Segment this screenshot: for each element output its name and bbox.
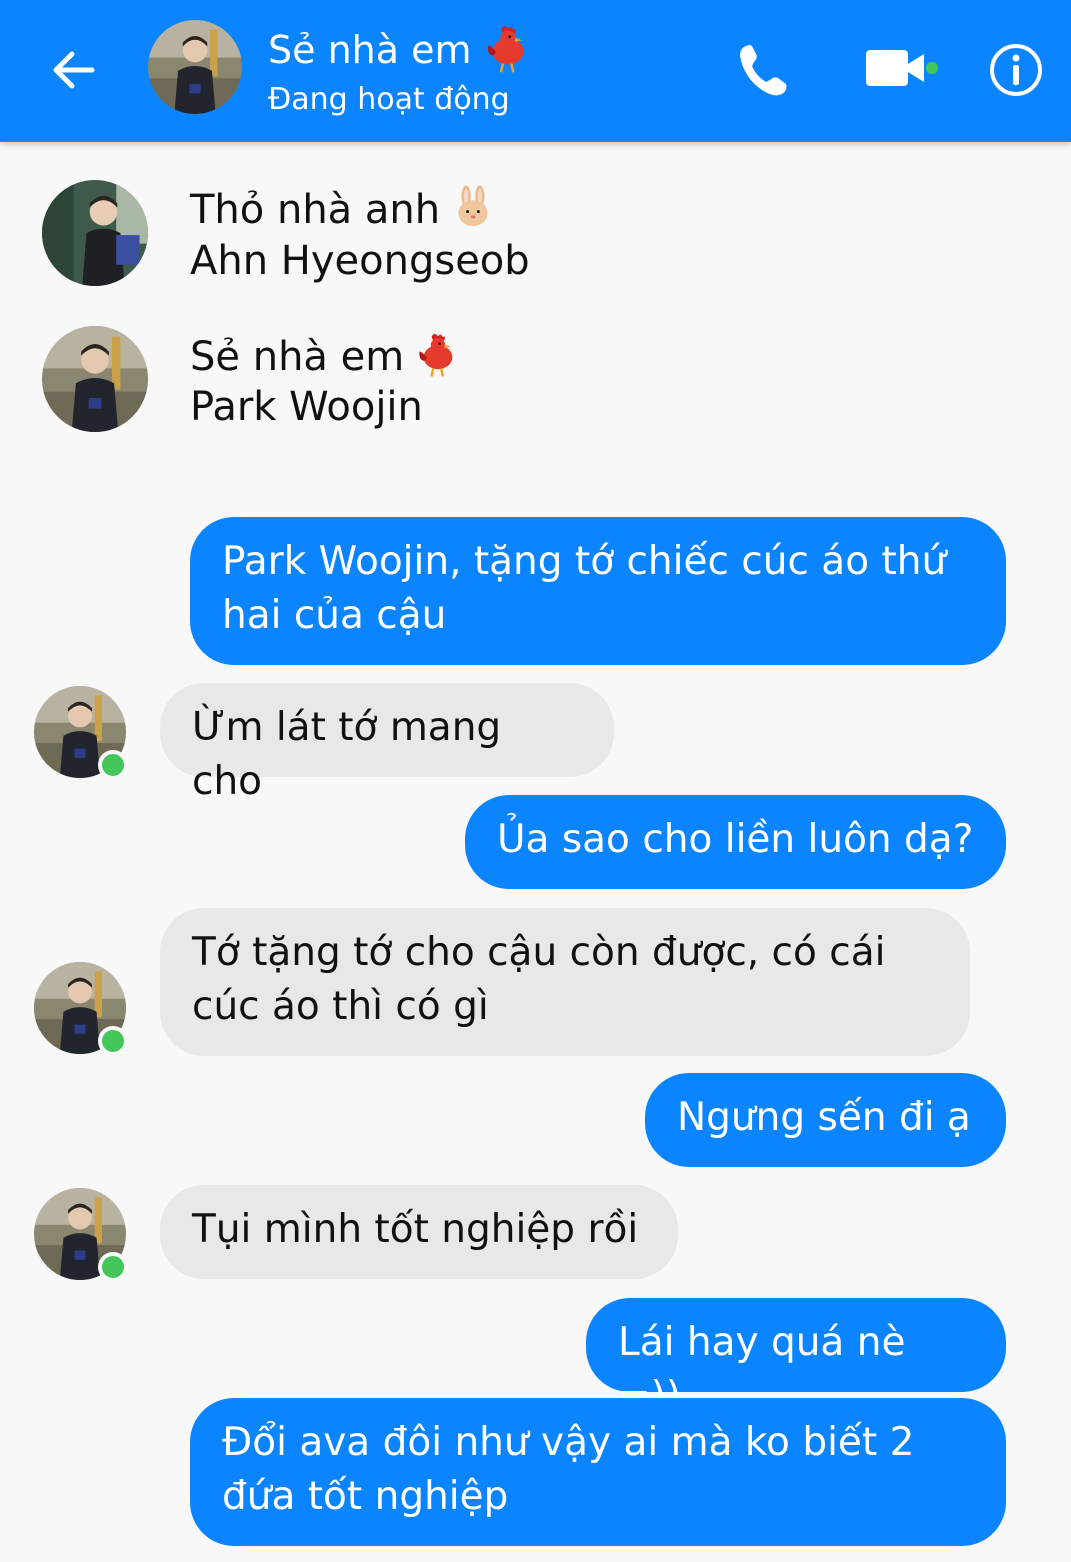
sender-avatar[interactable] [34,962,128,1056]
sender-avatar[interactable] [34,686,128,780]
phone-call-icon[interactable] [732,38,796,102]
rabbit-icon [450,184,496,240]
message-bubble-outgoing[interactable]: Lái hay quá nè =)) [586,1298,1006,1419]
message-bubble-outgoing[interactable]: Ngưng sến đi ạ [645,1073,1006,1167]
avatar [42,326,148,432]
chat-header: Sẻ nhà em Đang hoạt động [0,0,1071,142]
info-icon[interactable] [988,42,1044,98]
rooster-icon [414,330,462,388]
nickname-person: Park Woojin [190,384,423,430]
message-bubble-outgoing[interactable]: Đổi ava đôi như vậy ai mà ko biết 2 đứa … [190,1398,1006,1546]
nickname-title: Thỏ nhà anh [190,184,496,240]
rooster-icon [482,22,534,83]
avatar [42,180,148,286]
back-arrow-icon[interactable] [44,40,104,100]
sender-avatar[interactable] [34,1188,128,1282]
online-status-dot [98,1026,128,1056]
nickname-person: Ahn Hyeongseob [190,238,530,284]
nickname-row: Sẻ nhà em Park Woojin [40,326,740,436]
message-bubble-incoming[interactable]: Tớ tặng tớ cho cậu còn được, có cái cúc … [160,908,970,1056]
nickname-title: Sẻ nhà em [190,330,462,388]
online-status-dot [98,1252,128,1282]
message-bubble-incoming[interactable]: Ừm lát tớ mang cho [160,683,614,804]
message-bubble-outgoing[interactable]: Ủa sao cho liền luôn dạ? [465,795,1006,889]
message-bubble-outgoing[interactable]: Park Woojin, tặng tớ chiếc cúc áo thứ ha… [190,517,1006,665]
contact-name[interactable]: Sẻ nhà em [268,22,534,83]
message-bubble-incoming[interactable]: Tụi mình tốt nghiệp rồi [160,1185,678,1279]
online-status-dot [98,750,128,780]
contact-avatar[interactable] [148,20,242,114]
active-status: Đang hoạt động [268,82,510,117]
video-call-icon[interactable] [862,44,944,94]
nickname-row: Thỏ nhà anh Ahn Hyeongseob [40,180,740,290]
